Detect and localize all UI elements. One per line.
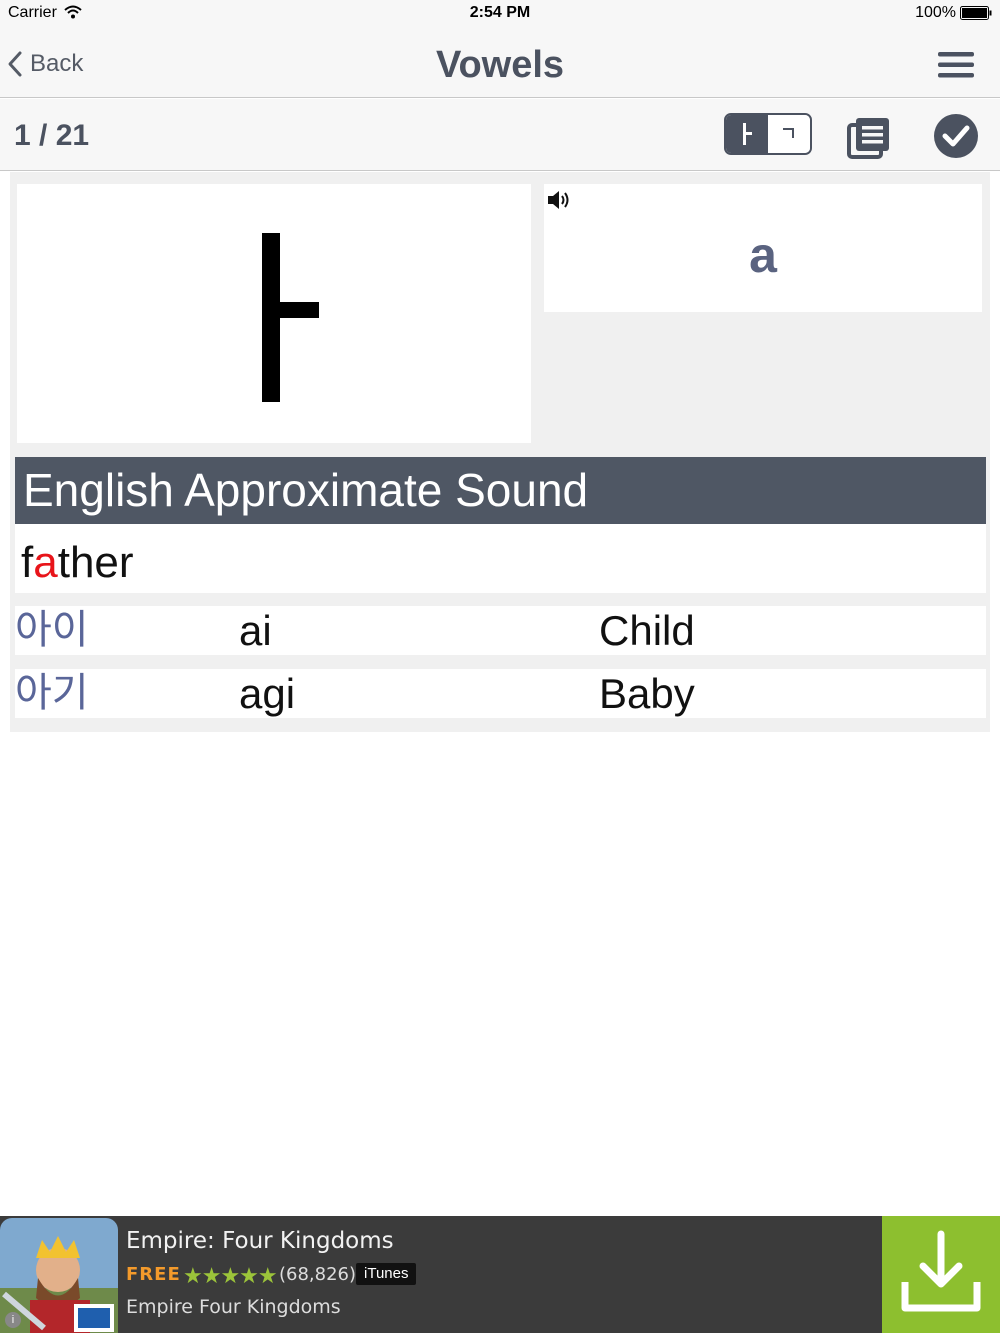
glyph-card[interactable] [17, 184, 531, 443]
example-word-prefix: f [21, 538, 34, 587]
status-time: 2:54 PM [469, 4, 531, 21]
download-icon [901, 1230, 981, 1312]
vocab-english: Baby [599, 670, 695, 717]
ad-price: FREE [126, 1264, 181, 1285]
vocab-korean: 아기 [15, 670, 89, 716]
toggle-vowel-option[interactable] [726, 115, 768, 153]
ad-info-icon[interactable]: i [5, 1312, 21, 1328]
vocab-romanization: agi [239, 670, 296, 717]
example-word-row: father [15, 524, 986, 593]
vocab-row[interactable]: 아기 agi Baby [15, 669, 986, 718]
script-toggle[interactable] [724, 113, 812, 155]
vocab-romanization: ai [239, 607, 272, 654]
check-circle-icon[interactable] [933, 113, 979, 159]
large-vowel-glyph [262, 233, 319, 402]
romanization-text: a [749, 227, 777, 283]
page-counter: 1 / 21 [14, 119, 90, 152]
hamburger-menu-icon[interactable] [938, 50, 974, 80]
section-header: English Approximate Sound [15, 457, 986, 524]
ad-title: Empire: Four Kingdoms [126, 1228, 394, 1254]
vowel-glyph-icon [743, 123, 752, 145]
ad-download-button[interactable] [882, 1216, 1000, 1333]
lesson-content: a English Approximate Sound father 아이 ai… [10, 172, 990, 732]
example-word-suffix: ther [57, 538, 134, 587]
example-word-highlight: a [33, 538, 58, 587]
status-bar: Carrier 2:54 PM 100% [0, 0, 1000, 26]
toggle-consonant-option[interactable] [768, 115, 810, 153]
ad-rating-stars: ★★★★★ [183, 1263, 278, 1288]
consonant-glyph-icon [783, 128, 794, 138]
page-title: Vowels [435, 44, 565, 86]
ad-store-badge: iTunes [356, 1263, 417, 1285]
ad-rating-count: (68,826) [279, 1264, 357, 1285]
example-word: father [21, 538, 134, 588]
ad-banner[interactable]: i Empire: Four Kingdoms FREE ★★★★★ (68,8… [0, 1216, 1000, 1333]
battery-icon [960, 6, 992, 20]
flashcard-list-icon[interactable] [846, 115, 892, 161]
toolbar: 1 / 21 [0, 99, 1000, 171]
romanization-card: a [544, 184, 982, 312]
ad-developer: Empire Four Kingdoms [126, 1296, 341, 1318]
vocab-english: Child [599, 607, 695, 654]
battery-percent: 100% [915, 4, 956, 21]
vocab-row[interactable]: 아이 ai Child [15, 606, 986, 655]
vocab-korean: 아이 [15, 607, 89, 653]
nav-bar: Back Vowels [0, 26, 1000, 98]
speaker-icon[interactable] [546, 188, 574, 212]
